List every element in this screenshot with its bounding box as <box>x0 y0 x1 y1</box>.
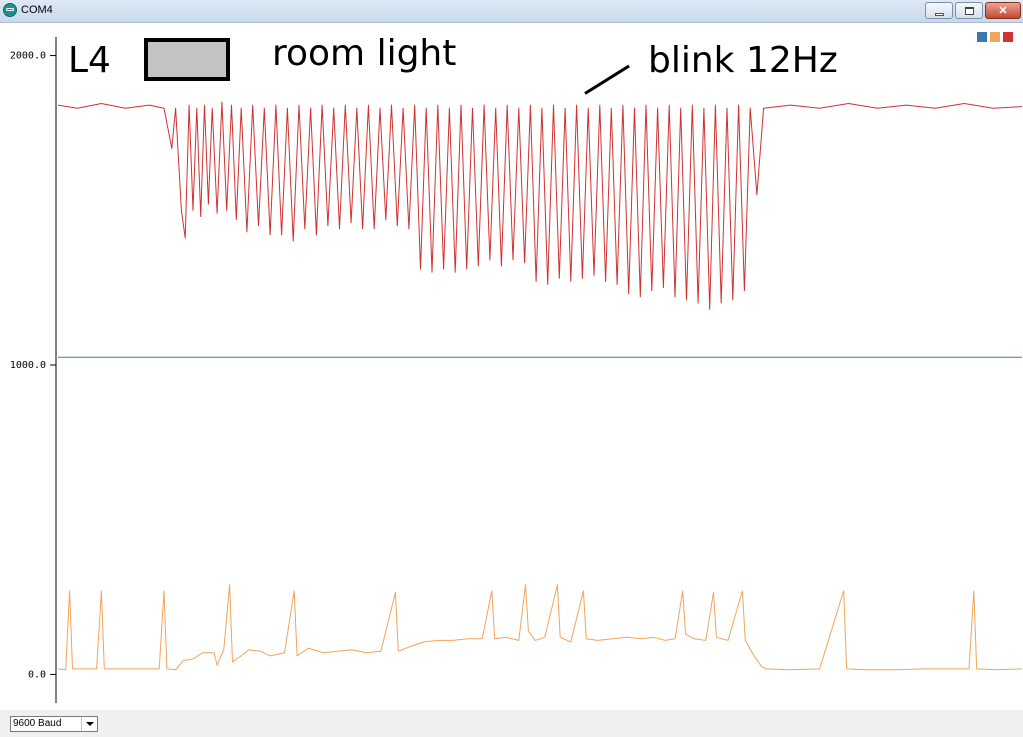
chevron-down-icon <box>81 717 97 731</box>
serial-plotter-chart: 2000.0 1000.0 0.0 <box>10 32 1023 703</box>
close-icon <box>986 3 1020 18</box>
status-bar <box>0 710 1023 737</box>
y-tick-label: 1000.0 <box>10 360 46 371</box>
gray-swatch-box <box>144 38 230 81</box>
series-line-2 <box>57 101 1023 310</box>
maximize-button[interactable] <box>955 2 983 19</box>
legend-swatch-0 <box>977 32 987 42</box>
y-tick-label: 2000.0 <box>10 51 46 62</box>
baud-rate-value: 9600 Baud <box>13 718 62 729</box>
annotation-l4: L4 <box>68 40 111 81</box>
maximize-icon <box>956 3 982 18</box>
series-line-1 <box>57 584 1023 671</box>
annotation-blink: blink 12Hz <box>648 40 838 81</box>
y-tick-label: 0.0 <box>28 669 46 680</box>
legend-swatch-1 <box>990 32 1000 42</box>
close-button[interactable] <box>985 2 1021 19</box>
minimize-icon <box>926 3 952 18</box>
window-title: COM4 <box>21 4 53 16</box>
minimize-button[interactable] <box>925 2 953 19</box>
baud-rate-select[interactable]: 9600 Baud <box>10 716 98 732</box>
window-titlebar: COM4 <box>0 0 1023 23</box>
legend-swatch-2 <box>1003 32 1013 42</box>
annotation-room-light: room light <box>272 33 457 74</box>
arduino-icon <box>3 3 17 17</box>
